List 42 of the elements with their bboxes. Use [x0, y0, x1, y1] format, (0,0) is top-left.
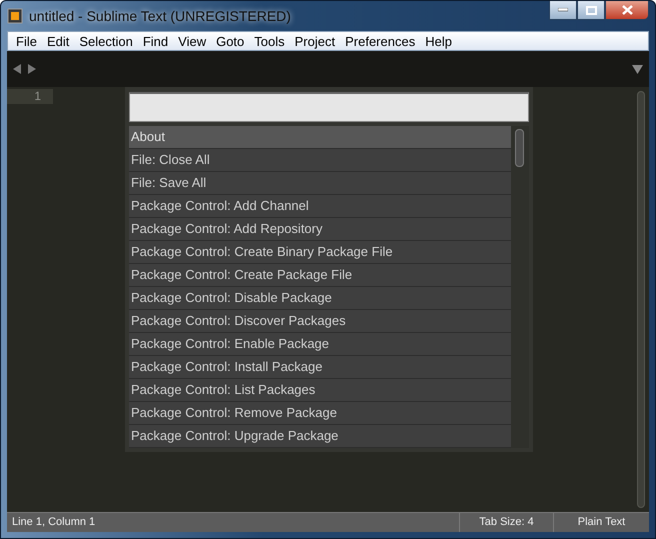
palette-item[interactable]: Package Control: Enable Package	[129, 333, 511, 356]
maximize-button[interactable]	[577, 1, 605, 20]
window-title: untitled - Sublime Text (UNREGISTERED)	[29, 8, 291, 24]
menu-item[interactable]: Tools	[249, 34, 290, 48]
minimize-button[interactable]	[549, 1, 577, 20]
line-number: 1	[7, 89, 53, 104]
palette-item[interactable]: Package Control: Remove Package	[129, 402, 511, 425]
search-field[interactable]	[129, 92, 529, 122]
menu-item[interactable]: File	[11, 34, 42, 48]
scrollbar-thumb[interactable]	[515, 129, 524, 167]
menu-item[interactable]: Help	[420, 34, 457, 48]
minimize-icon	[558, 8, 568, 12]
close-icon	[622, 5, 632, 15]
menu-item[interactable]: Find	[138, 34, 174, 48]
syntax-indicator[interactable]: Plain Text	[553, 513, 649, 532]
palette-item[interactable]: Package Control: Install Package	[129, 356, 511, 379]
menu-item[interactable]: Project	[290, 34, 340, 48]
palette-item[interactable]: Package Control: Upgrade Package	[129, 425, 511, 448]
menu-item[interactable]: Selection	[74, 34, 138, 48]
palette-item[interactable]: About	[129, 126, 511, 149]
palette-item[interactable]: Package Control: Add Repository	[129, 218, 511, 241]
menu-item[interactable]: Goto	[211, 34, 250, 48]
maximize-icon	[586, 6, 596, 14]
forward-arrow-icon[interactable]	[28, 64, 37, 74]
palette-item[interactable]: Package Control: Create Package File	[129, 264, 511, 287]
tab-size-indicator[interactable]: Tab Size: 4	[459, 513, 553, 532]
cursor-position: Line 1, Column 1	[11, 515, 96, 530]
palette-item[interactable]: Package Control: List Packages	[129, 379, 511, 402]
palette-item[interactable]: Package Control: Discover Packages	[129, 310, 511, 333]
palette-item[interactable]: Package Control: Create Binary Package File	[129, 241, 511, 264]
menu-item[interactable]: Edit	[42, 34, 74, 48]
scrollbar[interactable]	[637, 91, 645, 508]
dropdown-arrow-icon[interactable]	[632, 64, 643, 74]
palette-item[interactable]: File: Save All	[129, 172, 511, 195]
menu-item[interactable]: Preferences	[340, 34, 420, 48]
close-button[interactable]	[605, 1, 649, 20]
palette-item[interactable]: File: Close All	[129, 149, 511, 172]
back-arrow-icon[interactable]	[13, 64, 22, 74]
app-icon	[7, 8, 23, 24]
palette-item[interactable]: Package Control: Disable Package	[129, 287, 511, 310]
palette-item[interactable]: Package Control: Add Channel	[129, 195, 511, 218]
menu-item[interactable]: View	[173, 34, 212, 48]
